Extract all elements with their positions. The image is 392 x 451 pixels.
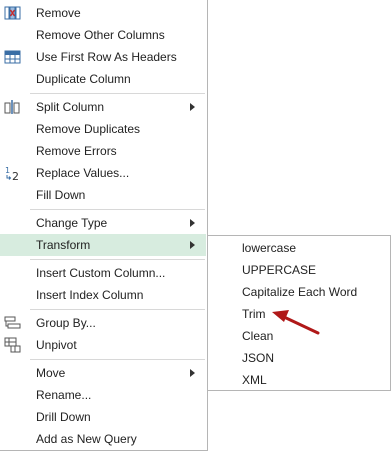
menu-item-duplicate-column[interactable]: Duplicate Column	[0, 68, 206, 90]
submenu-item-label: Trim	[242, 307, 266, 321]
menu-item-insert-custom-column[interactable]: Insert Custom Column...	[0, 262, 206, 284]
table-headers-icon	[4, 49, 21, 65]
menu-item-label: Change Type	[36, 216, 108, 230]
unpivot-icon	[4, 337, 21, 353]
menu-separator	[30, 259, 205, 260]
menu-item-label: Remove Duplicates	[36, 122, 141, 136]
menu-item-label: Unpivot	[36, 338, 77, 352]
menu-item-label: Remove Errors	[36, 144, 117, 158]
submenu-item-label: Clean	[242, 329, 274, 343]
menu-item-label: Remove Other Columns	[36, 28, 165, 42]
menu-item-label: Replace Values...	[36, 166, 130, 180]
svg-text:1: 1	[5, 166, 10, 175]
menu-item-label: Move	[36, 366, 66, 380]
menu-item-remove-errors[interactable]: Remove Errors	[0, 140, 206, 162]
menu-item-label: Fill Down	[36, 188, 86, 202]
menu-item-unpivot[interactable]: Unpivot	[0, 334, 206, 356]
menu-item-drill-down[interactable]: Drill Down	[0, 406, 206, 428]
menu-item-label: Transform	[36, 238, 91, 252]
svg-text:2: 2	[12, 170, 19, 181]
submenu-arrow-icon	[190, 103, 195, 111]
menu-separator	[30, 93, 205, 94]
submenu-item-uppercase[interactable]: UPPERCASE	[208, 259, 390, 281]
submenu-arrow-icon	[190, 219, 195, 227]
menu-item-fill-down[interactable]: Fill Down	[0, 184, 206, 206]
submenu-item-label: Capitalize Each Word	[242, 285, 358, 299]
submenu-item-label: lowercase	[242, 241, 297, 255]
context-menu: Remove Remove Other Columns Use First Ro…	[0, 0, 208, 451]
menu-item-remove-duplicates[interactable]: Remove Duplicates	[0, 118, 206, 140]
menu-separator	[30, 309, 205, 310]
menu-item-remove-other-columns[interactable]: Remove Other Columns	[0, 24, 206, 46]
menu-item-label: Drill Down	[36, 410, 91, 424]
menu-item-label: Use First Row As Headers	[36, 50, 177, 64]
split-column-icon	[4, 99, 21, 115]
menu-item-label: Group By...	[36, 316, 96, 330]
menu-item-label: Split Column	[36, 100, 105, 114]
menu-item-label: Insert Index Column	[36, 288, 144, 302]
menu-item-label: Duplicate Column	[36, 72, 131, 86]
submenu-item-capitalize-each-word[interactable]: Capitalize Each Word	[208, 281, 390, 303]
menu-item-add-as-new-query[interactable]: Add as New Query	[0, 428, 206, 450]
menu-item-insert-index-column[interactable]: Insert Index Column	[0, 284, 206, 306]
submenu-arrow-icon	[190, 241, 195, 249]
menu-item-group-by[interactable]: Group By...	[0, 312, 206, 334]
submenu-item-trim[interactable]: Trim	[208, 303, 390, 325]
menu-separator	[30, 209, 205, 210]
submenu-item-json[interactable]: JSON	[208, 347, 390, 369]
submenu-item-label: UPPERCASE	[242, 263, 317, 277]
submenu-item-label: JSON	[242, 351, 275, 365]
menu-item-replace-values[interactable]: 1 2 Replace Values...	[0, 162, 206, 184]
menu-item-split-column[interactable]: Split Column	[0, 96, 206, 118]
menu-item-label: Insert Custom Column...	[36, 266, 166, 280]
menu-item-label: Rename...	[36, 388, 92, 402]
submenu-item-xml[interactable]: XML	[208, 369, 390, 391]
menu-separator	[30, 359, 205, 360]
menu-item-remove[interactable]: Remove	[0, 2, 206, 24]
menu-item-change-type[interactable]: Change Type	[0, 212, 206, 234]
menu-item-label: Add as New Query	[36, 432, 137, 446]
submenu-item-lowercase[interactable]: lowercase	[208, 237, 390, 259]
menu-item-use-first-row-as-headers[interactable]: Use First Row As Headers	[0, 46, 206, 68]
menu-item-label: Remove	[36, 6, 81, 20]
replace-values-icon: 1 2	[4, 165, 21, 183]
submenu-item-label: XML	[242, 373, 267, 387]
submenu-arrow-icon	[190, 369, 195, 377]
menu-item-rename[interactable]: Rename...	[0, 384, 206, 406]
remove-column-icon	[4, 5, 21, 21]
group-by-icon	[4, 315, 21, 331]
menu-item-move[interactable]: Move	[0, 362, 206, 384]
submenu-item-clean[interactable]: Clean	[208, 325, 390, 347]
transform-submenu: lowercase UPPERCASE Capitalize Each Word…	[207, 235, 391, 391]
menu-item-transform[interactable]: Transform	[0, 234, 206, 256]
